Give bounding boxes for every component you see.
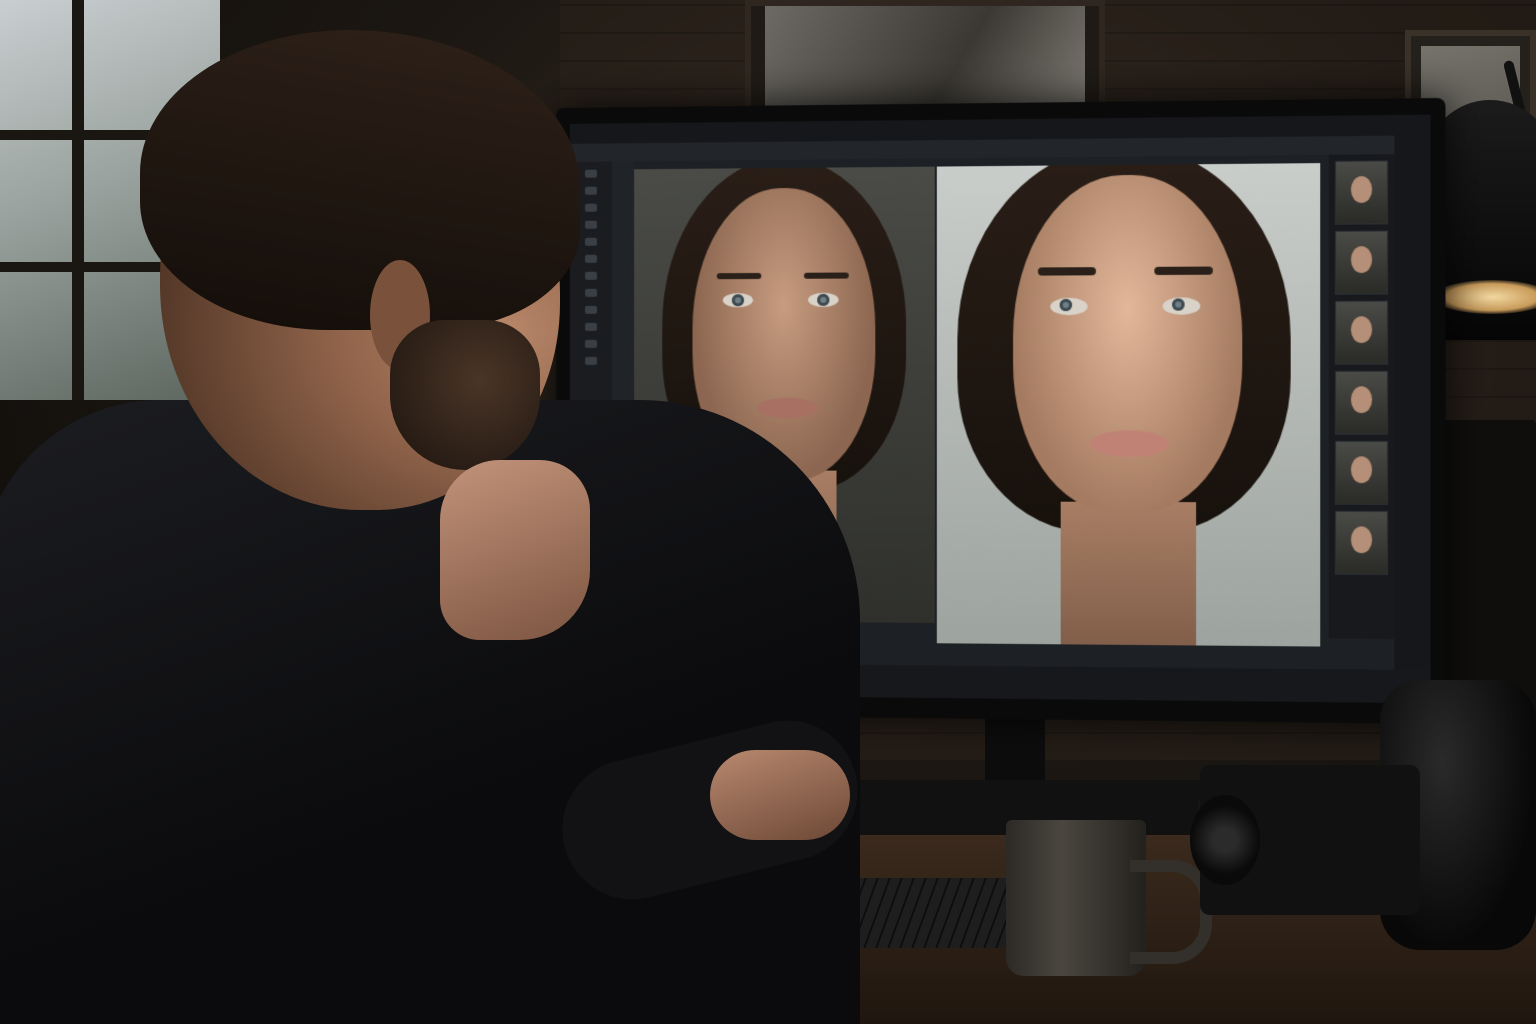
man-beard (390, 320, 540, 470)
man-hand-mouse (710, 750, 850, 840)
portrait-neck (1060, 501, 1197, 647)
scene (0, 0, 1536, 1024)
filmstrip-thumbnail[interactable] (1335, 510, 1389, 575)
camera (1190, 765, 1420, 915)
thumbnail-icon (1350, 246, 1373, 274)
thumbnail-icon (1350, 386, 1373, 414)
filmstrip-thumbnail[interactable] (1335, 440, 1389, 505)
portrait-brow (1037, 267, 1096, 276)
right-panel (1394, 135, 1431, 704)
portrait-brow (1154, 266, 1213, 276)
canvas-after[interactable] (936, 163, 1321, 647)
filmstrip (1328, 154, 1395, 639)
portrait-lips (1089, 430, 1169, 458)
portrait-face (1013, 174, 1243, 513)
coffee-mug (1006, 820, 1146, 976)
man-hand-chin (440, 460, 590, 640)
filmstrip-thumbnail[interactable] (1335, 160, 1389, 225)
filmstrip-thumbnail[interactable] (1335, 370, 1389, 435)
filmstrip-thumbnail[interactable] (1335, 300, 1389, 365)
man-hair (140, 30, 580, 330)
filmstrip-thumbnail[interactable] (1335, 230, 1389, 295)
camera-lens-icon (1190, 795, 1260, 885)
thumbnail-icon (1350, 316, 1373, 344)
thumbnail-icon (1350, 176, 1373, 203)
thumbnail-icon (1350, 456, 1373, 484)
thumbnail-icon (1350, 526, 1373, 554)
portrait-eye (1050, 297, 1088, 316)
man-at-desk (0, 20, 873, 1024)
portrait-eye (1162, 297, 1201, 315)
